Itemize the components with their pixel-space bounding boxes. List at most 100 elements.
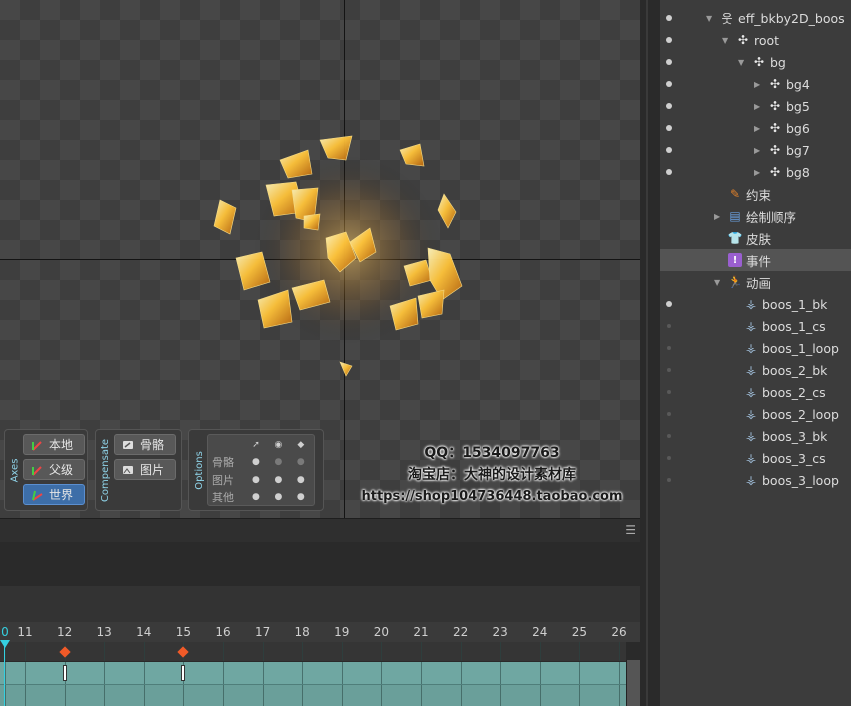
keyframe-row[interactable] (0, 642, 626, 662)
visibility-toggle[interactable] (666, 169, 672, 175)
playhead-handle[interactable] (0, 640, 10, 648)
keyframe-diamond[interactable] (177, 646, 190, 658)
option-toggle[interactable]: ● (267, 492, 289, 502)
tree-item[interactable]: ▶ ✣ bg6 (660, 117, 851, 139)
axes-world-label: 世界 (49, 488, 74, 502)
axes-world-icon (30, 488, 44, 502)
axes-local-button[interactable]: 本地 (23, 434, 85, 455)
tree-item[interactable]: ✎ 约束 (660, 183, 851, 205)
visibility-toggle[interactable] (667, 478, 671, 482)
tree-item[interactable]: ▶ ✣ bg5 (660, 95, 851, 117)
tree-item[interactable]: ⚶ boos_2_bk (660, 359, 851, 381)
timeline-ruler[interactable]: 0 11 12 13 14 15 16 17 18 19 20 21 22 23 24 25 26 (0, 622, 640, 642)
frame-gridline (143, 662, 145, 684)
frame-gridline (341, 642, 343, 661)
option-toggle[interactable]: ● (290, 457, 312, 467)
frame-gridline (302, 642, 304, 661)
keyframe-diamond[interactable] (58, 646, 71, 658)
tree-item[interactable]: ▶ ✣ bg7 (660, 139, 851, 161)
visibility-toggle[interactable] (667, 324, 671, 328)
ruler-tick-label: 19 (334, 625, 350, 639)
animation-track[interactable] (0, 684, 626, 706)
frame-gridline (381, 662, 383, 684)
tree-item[interactable]: ⚶ boos_2_loop (660, 403, 851, 425)
chevron-right-icon[interactable]: ▶ (754, 146, 760, 155)
menu-icon[interactable]: ☰ (625, 523, 636, 537)
ruler-tick-label: 12 (56, 625, 73, 639)
option-toggle[interactable]: ● (245, 492, 267, 502)
axes-world-button[interactable]: 世界 (23, 484, 85, 505)
axes-local-label: 本地 (49, 438, 74, 452)
tree-item[interactable]: ! 事件 (660, 249, 851, 271)
chevron-right-icon[interactable]: ▶ (754, 168, 760, 177)
visibility-toggle[interactable] (667, 456, 671, 460)
tree-item[interactable]: ⚶ boos_1_loop (660, 337, 851, 359)
keyframe-marker[interactable] (181, 665, 186, 681)
chevron-down-icon[interactable]: ▼ (738, 58, 744, 67)
animation-track[interactable] (0, 662, 626, 684)
tree-item[interactable]: ▼ 🏃 动画 (660, 271, 851, 293)
option-toggle[interactable]: ● (267, 457, 289, 467)
visibility-toggle[interactable] (666, 301, 672, 307)
ruler-tick-label: 11 (17, 625, 33, 639)
keyframe-marker[interactable] (62, 665, 67, 681)
bone-icon: ✣ (769, 121, 781, 135)
tree-item[interactable]: ⚶ boos_2_cs (660, 381, 851, 403)
bone-icon: ✣ (769, 165, 781, 179)
visibility-toggle[interactable] (667, 434, 671, 438)
tree-item[interactable]: ▶ ✣ bg8 (660, 161, 851, 183)
option-toggle[interactable]: ● (245, 457, 267, 467)
visibility-toggle[interactable] (666, 125, 672, 131)
panel-divider[interactable] (640, 0, 660, 706)
bone-icon (121, 438, 135, 452)
tree-item[interactable]: ⚶ boos_3_loop (660, 469, 851, 491)
tree-item[interactable]: 👕 皮肤 (660, 227, 851, 249)
visibility-toggle[interactable] (667, 390, 671, 394)
tree-item[interactable]: ▼ ✣ root (660, 29, 851, 51)
compensate-image-button[interactable]: 图片 (114, 459, 176, 480)
option-toggle[interactable]: ● (267, 475, 289, 485)
compensate-bone-button[interactable]: 骨骼 (114, 434, 176, 455)
tree-item[interactable]: ▼ ✣ bg (660, 51, 851, 73)
tree-item[interactable]: ▶ ✣ bg4 (660, 73, 851, 95)
chevron-down-icon[interactable]: ▼ (722, 36, 728, 45)
tree-item[interactable]: ⚶ boos_1_cs (660, 315, 851, 337)
chevron-down-icon[interactable]: ▼ (706, 14, 712, 23)
tree-item[interactable]: ⚶ boos_3_bk (660, 425, 851, 447)
visibility-toggle[interactable] (666, 59, 672, 65)
playhead[interactable] (4, 642, 5, 706)
chevron-right-icon[interactable]: ▶ (754, 80, 760, 89)
tree-item-label: boos_1_bk (762, 296, 828, 312)
timeline-scrollbar[interactable] (626, 660, 640, 706)
frame-gridline (25, 642, 26, 661)
animation-clip-icon: ⚶ (745, 451, 757, 465)
tree-item[interactable]: ▼ 웃 eff_bkby2D_boos (660, 7, 851, 29)
axes-group: Axes 本地 父级 世界 (4, 429, 88, 511)
chevron-down-icon[interactable]: ▼ (714, 278, 720, 287)
chevron-right-icon[interactable]: ▶ (754, 102, 760, 111)
tree-item[interactable]: ⚶ boos_1_bk (660, 293, 851, 315)
canvas-viewport[interactable]: QQ：1534097763 淘宝店：大神的设计素材库 https://shop1… (0, 0, 640, 518)
visibility-toggle[interactable] (666, 147, 672, 153)
chevron-right-icon[interactable]: ▶ (714, 212, 720, 221)
tree-item[interactable]: ⚶ boos_3_cs (660, 447, 851, 469)
visibility-toggle[interactable] (666, 15, 672, 21)
option-toggle[interactable]: ● (290, 475, 312, 485)
visibility-toggle[interactable] (667, 368, 671, 372)
frame-gridline (25, 685, 26, 706)
frame-gridline (223, 662, 224, 684)
option-toggle[interactable]: ● (245, 475, 267, 485)
axes-local-icon (30, 438, 44, 452)
visibility-toggle[interactable] (666, 103, 672, 109)
visibility-toggle[interactable] (667, 412, 671, 416)
visibility-toggle[interactable] (666, 37, 672, 43)
watermark-url: https://shop104736448.taobao.com (361, 489, 623, 504)
animation-icon: 🏃 (727, 275, 743, 289)
chevron-right-icon[interactable]: ▶ (754, 124, 760, 133)
axes-parent-button[interactable]: 父级 (23, 459, 85, 480)
visibility-toggle[interactable] (666, 81, 672, 87)
option-toggle[interactable]: ● (290, 492, 312, 502)
visibility-toggle[interactable] (667, 346, 671, 350)
tree-item[interactable]: ▶ ▤ 绘制顺序 (660, 205, 851, 227)
frame-gridline (25, 662, 26, 684)
